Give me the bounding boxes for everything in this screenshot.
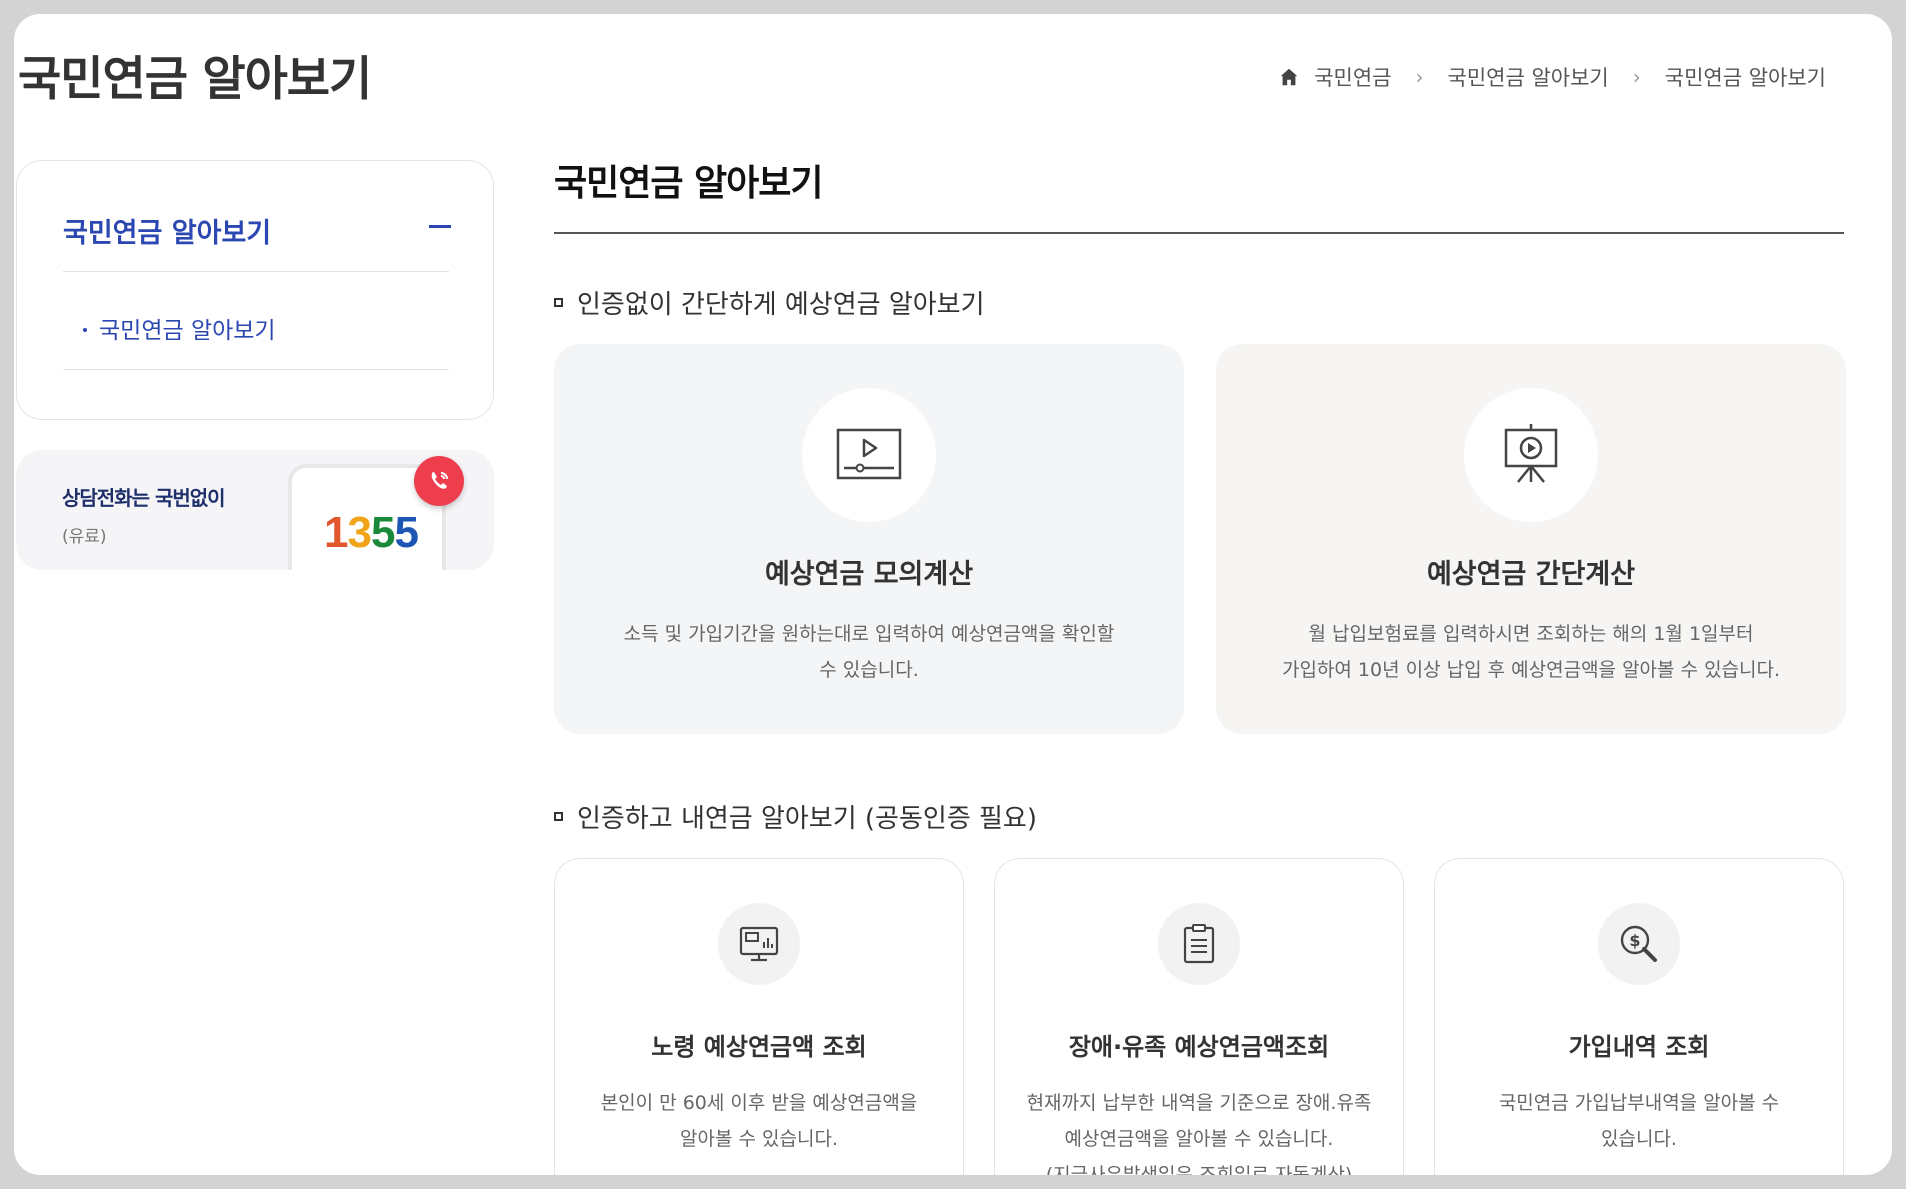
sidebar-sub-item-label: 국민연금 알아보기: [99, 318, 276, 344]
svg-text:$: $: [1629, 931, 1640, 950]
divider: [63, 271, 449, 272]
square-bullet-icon: [554, 812, 563, 821]
card-title: 장애·유족 예상연금액조회: [1068, 1033, 1330, 1061]
video-player-icon: [802, 388, 936, 522]
card-title: 노령 예상연금액 조회: [651, 1033, 867, 1061]
home-icon[interactable]: [1278, 66, 1300, 88]
phone-digit: 5: [370, 508, 396, 557]
call-center-banner[interactable]: 상담전화는 국번없이 (유료) 1355: [16, 450, 494, 570]
monitor-chart-icon: [718, 903, 800, 985]
card-desc-line: 예상연금액을 알아볼 수 있습니다.: [1064, 1128, 1334, 1150]
breadcrumb: 국민연금 › 국민연금 알아보기 › 국민연금 알아보기: [1278, 62, 1826, 92]
card-disability-survivor-inquiry[interactable]: 장애·유족 예상연금액조회 현재까지 납부한 내역을 기준으로 장애.유족 예상…: [994, 858, 1404, 1175]
presentation-play-icon: [1464, 388, 1598, 522]
card-desc-line: 본인이 만 60세 이후 받을 예상연금액을: [600, 1092, 918, 1114]
call-banner-subtext: (유료): [62, 527, 107, 547]
page-frame: 국민연금 알아보기 국민연금 › 국민연금 알아보기 › 국민연금 알아보기 국…: [14, 14, 1892, 1175]
page-title: 국민연금 알아보기: [18, 52, 372, 107]
section-heading-text: 인증하고 내연금 알아보기 (공동인증 필요): [577, 804, 1037, 834]
title-divider: [554, 232, 1844, 234]
card-desc-line: 소득 및 가입기간을 원하는대로 입력하여 예상연금액을 확인할: [623, 623, 1115, 645]
sidebar-menu: 국민연금 알아보기 국민연금 알아보기: [16, 160, 494, 420]
chevron-right-icon: ›: [1632, 65, 1641, 89]
card-title: 예상연금 모의계산: [764, 559, 974, 590]
content-title: 국민연금 알아보기: [554, 163, 823, 204]
divider: [63, 369, 449, 370]
section-heading-text: 인증없이 간단하게 예상연금 알아보기: [577, 290, 985, 320]
phone-digit: 5: [394, 508, 419, 557]
card-simple-calculation[interactable]: 예상연금 간단계산 월 납입보험료를 입력하시면 조회하는 해의 1월 1일부터…: [1216, 344, 1846, 734]
card-desc-line: 가입하여 10년 이상 납입 후 예상연금액을 알아볼 수 있습니다.: [1281, 659, 1781, 681]
card-mock-calculation[interactable]: 예상연금 모의계산 소득 및 가입기간을 원하는대로 입력하여 예상연금액을 확…: [554, 344, 1184, 734]
breadcrumb-item-current[interactable]: 국민연금 알아보기: [1665, 62, 1826, 92]
card-title: 예상연금 간단계산: [1426, 559, 1636, 590]
card-description: 월 납입보험료를 입력하시면 조회하는 해의 1월 1일부터 가입하여 10년 …: [1256, 616, 1806, 688]
card-title: 가입내역 조회: [1568, 1033, 1710, 1061]
card-desc-line: 알아볼 수 있습니다.: [680, 1128, 838, 1150]
money-search-icon: $: [1598, 903, 1680, 985]
card-desc-line: 월 납입보험료를 입력하시면 조회하는 해의 1월 1일부터: [1308, 623, 1754, 645]
card-description: 소득 및 가입기간을 원하는대로 입력하여 예상연금액을 확인할 수 있습니다.: [594, 616, 1144, 688]
sidebar-sub-item[interactable]: 국민연금 알아보기: [83, 311, 276, 345]
collapse-minus-icon[interactable]: [429, 225, 451, 228]
phone-number: 1355: [324, 508, 419, 558]
clipboard-icon: [1158, 903, 1240, 985]
card-desc-line: 국민연금 가입납부내역을 알아볼 수: [1498, 1092, 1780, 1114]
call-banner-text: 상담전화는 국번없이: [62, 486, 226, 510]
phone-digit: 1: [324, 508, 349, 557]
card-description: 현재까지 납부한 내역을 기준으로 장애.유족 예상연금액을 알아볼 수 있습니…: [1019, 1085, 1379, 1175]
chevron-right-icon: ›: [1415, 65, 1424, 89]
section-heading-with-auth: 인증하고 내연금 알아보기 (공동인증 필요): [554, 798, 1037, 835]
card-desc-line: (지급사유발생일은 조회일로 자동계산): [1045, 1164, 1353, 1175]
card-description: 국민연금 가입납부내역을 알아볼 수 있습니다.: [1459, 1085, 1819, 1157]
square-bullet-icon: [554, 298, 563, 307]
card-old-age-pension-inquiry[interactable]: 노령 예상연금액 조회 본인이 만 60세 이후 받을 예상연금액을 알아볼 수…: [554, 858, 964, 1175]
card-description: 본인이 만 60세 이후 받을 예상연금액을 알아볼 수 있습니다.: [579, 1085, 939, 1157]
sidebar-menu-head[interactable]: 국민연금 알아보기: [63, 211, 271, 250]
phone-call-icon: [414, 456, 464, 506]
section-heading-no-auth: 인증없이 간단하게 예상연금 알아보기: [554, 284, 985, 321]
phone-digit: 3: [347, 508, 372, 557]
bullet-dot: [83, 327, 87, 332]
card-desc-line: 현재까지 납부한 내역을 기준으로 장애.유족: [1026, 1092, 1372, 1114]
breadcrumb-item-category[interactable]: 국민연금 알아보기: [1448, 62, 1609, 92]
breadcrumb-item-home[interactable]: 국민연금: [1314, 62, 1391, 92]
card-desc-line: 수 있습니다.: [819, 659, 919, 681]
card-subscription-history-inquiry[interactable]: $ 가입내역 조회 국민연금 가입납부내역을 알아볼 수 있습니다.: [1434, 858, 1844, 1175]
card-desc-line: 있습니다.: [1601, 1128, 1677, 1150]
